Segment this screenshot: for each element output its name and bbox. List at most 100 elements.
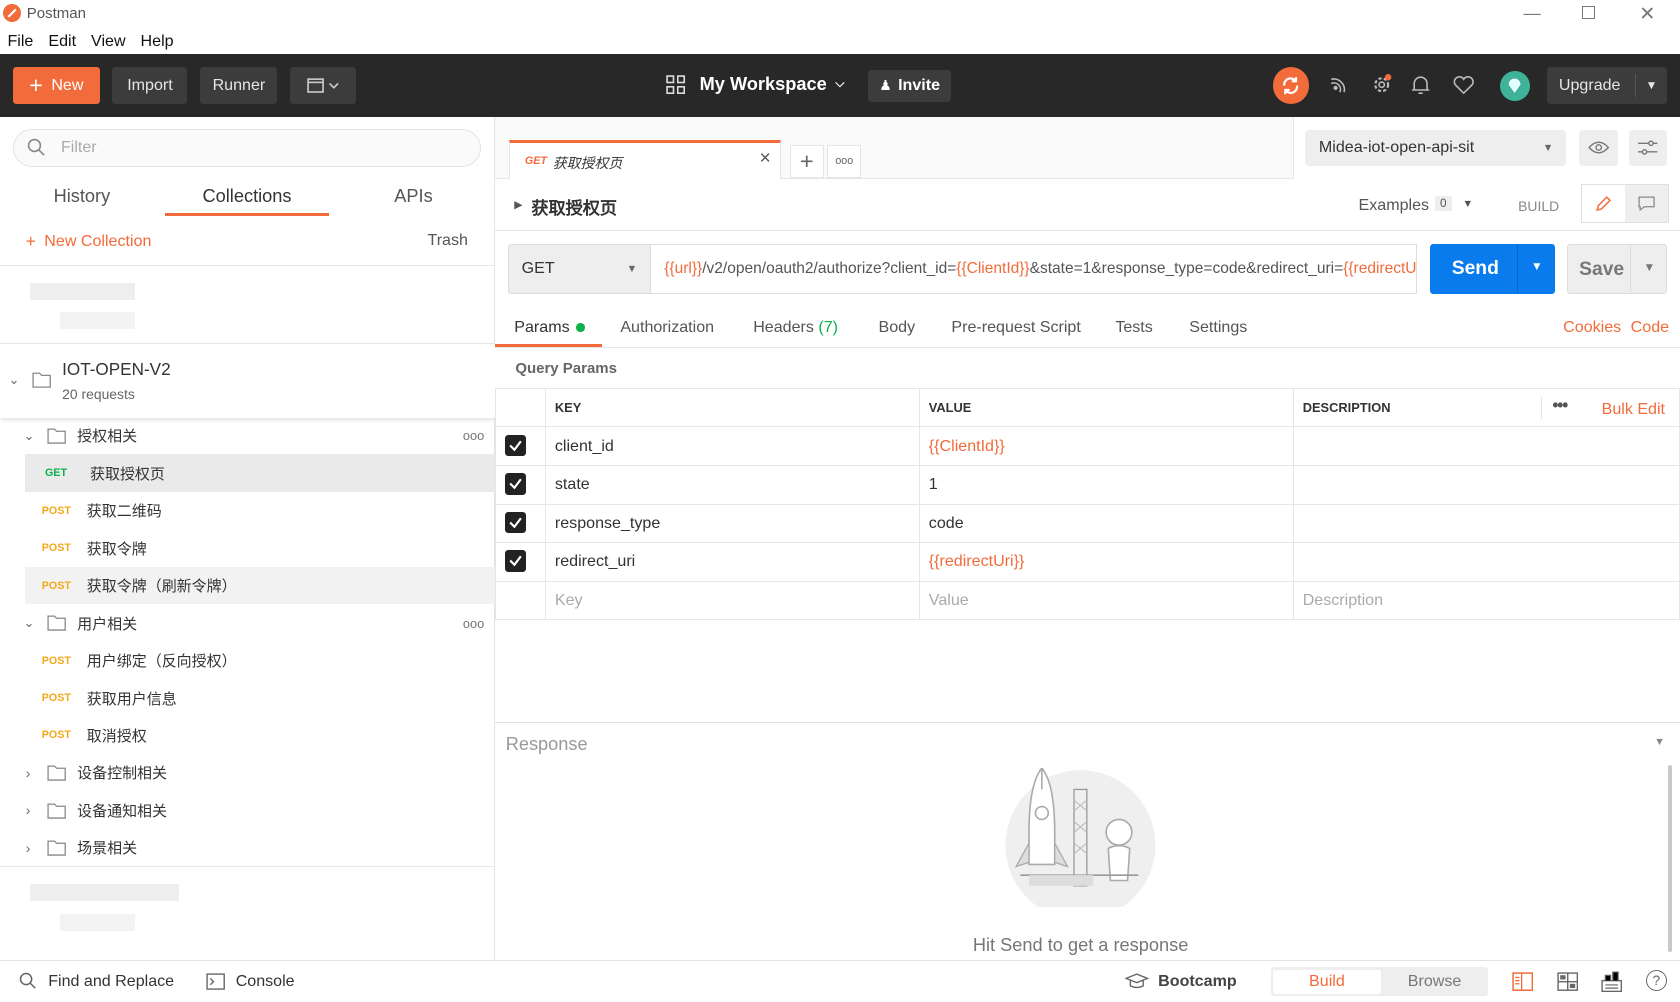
keyboard-shortcuts-icon[interactable]: [1601, 971, 1622, 992]
tab-headers[interactable]: Headers (7): [753, 318, 838, 337]
param-description[interactable]: [1293, 542, 1680, 582]
param-description[interactable]: [1293, 464, 1680, 505]
request-item[interactable]: POST 获取二维码: [0, 492, 495, 529]
caret-down-icon[interactable]: ▼: [1462, 198, 1473, 210]
tab-tests[interactable]: Tests: [1115, 318, 1153, 337]
comments-button[interactable]: [1625, 185, 1669, 222]
collection-item[interactable]: ⌄ IOT-OPEN-V2 20 requests: [0, 342, 495, 418]
build-toggle[interactable]: Build: [1272, 969, 1382, 995]
new-key-input[interactable]: Key: [545, 580, 921, 621]
environment-selector[interactable]: Midea-iot-open-api-sit ▼: [1304, 129, 1567, 167]
folder-item[interactable]: ⌄ 用户相关 ooo: [0, 604, 495, 641]
filter-input[interactable]: Filter: [12, 128, 482, 168]
upgrade-button[interactable]: Upgrade ▼: [1547, 67, 1668, 104]
param-key[interactable]: client_id: [545, 426, 921, 466]
layout-grid-icon[interactable]: [1557, 972, 1578, 991]
tab-params[interactable]: Params: [514, 318, 585, 337]
restore-button[interactable]: [1582, 6, 1596, 20]
help-icon[interactable]: ?: [1645, 969, 1668, 991]
menu-file[interactable]: File: [7, 32, 33, 51]
tab-history[interactable]: History: [54, 186, 111, 207]
method-select[interactable]: GET ▼: [507, 244, 652, 294]
examples-label[interactable]: Examples: [1359, 196, 1430, 215]
more-options-icon[interactable]: ooo: [463, 428, 484, 443]
new-value-input[interactable]: Value: [919, 580, 1295, 621]
avatar[interactable]: [1499, 70, 1530, 101]
import-button[interactable]: Import: [112, 67, 188, 104]
workspace-selector[interactable]: My Workspace ⌵: [700, 74, 845, 95]
edit-mode-button[interactable]: [1582, 185, 1626, 222]
new-description-input[interactable]: Description: [1293, 580, 1680, 621]
new-button[interactable]: + New: [12, 67, 100, 104]
bulk-edit-link[interactable]: Bulk Edit: [1602, 400, 1665, 419]
console-button[interactable]: Console: [206, 972, 295, 991]
param-description[interactable]: [1293, 503, 1680, 544]
param-value[interactable]: {{ClientId}}: [919, 426, 1295, 466]
save-button[interactable]: Save ▼: [1567, 244, 1668, 294]
code-link[interactable]: Code: [1631, 318, 1669, 337]
folder-icon: [47, 615, 66, 632]
param-key[interactable]: redirect_uri: [545, 542, 921, 582]
close-tab-icon[interactable]: ×: [760, 148, 771, 170]
invite-button[interactable]: ♟ Invite: [867, 69, 952, 102]
folder-item[interactable]: ⌄ 授权相关 ooo: [0, 417, 495, 454]
notifications-bell-icon[interactable]: [1411, 75, 1430, 96]
browse-toggle[interactable]: Browse: [1383, 967, 1486, 996]
menu-view[interactable]: View: [91, 32, 126, 51]
menu-edit[interactable]: Edit: [48, 32, 76, 51]
add-tab-button[interactable]: +: [789, 144, 824, 178]
param-value[interactable]: 1: [919, 464, 1295, 505]
request-item[interactable]: POST 取消授权: [0, 717, 495, 754]
interceptor-icon[interactable]: [1327, 75, 1348, 96]
request-item[interactable]: POST 获取令牌: [0, 529, 495, 566]
menu-help[interactable]: Help: [141, 32, 174, 51]
close-window-button[interactable]: ✕: [1639, 2, 1655, 26]
param-description[interactable]: [1293, 426, 1680, 466]
find-replace-button[interactable]: Find and Replace: [19, 972, 174, 991]
bootcamp-button[interactable]: Bootcamp: [1124, 972, 1237, 991]
manage-environments-button[interactable]: [1628, 129, 1668, 167]
divider: [0, 264, 495, 266]
url-input[interactable]: {{url}}/v2/open/oauth2/authorize?client_…: [651, 244, 1418, 294]
param-key[interactable]: state: [545, 464, 921, 505]
request-item[interactable]: POST 用户绑定（反向授权）: [0, 642, 495, 679]
new-collection-button[interactable]: + New Collection: [26, 231, 152, 252]
more-options-icon[interactable]: •••: [1552, 395, 1568, 416]
tab-pre-request-script[interactable]: Pre-request Script: [951, 318, 1080, 337]
cookies-link[interactable]: Cookies: [1563, 318, 1621, 337]
sync-button[interactable]: [1272, 67, 1310, 104]
checkbox[interactable]: [504, 473, 526, 495]
param-value[interactable]: {{redirectUri}}: [919, 542, 1295, 582]
caret-down-icon[interactable]: ▼: [1654, 736, 1665, 748]
minimize-button[interactable]: —: [1524, 3, 1541, 24]
two-pane-view-icon[interactable]: [1512, 971, 1533, 991]
heart-icon[interactable]: [1453, 76, 1474, 95]
tab-settings[interactable]: Settings: [1189, 318, 1247, 337]
folder-item[interactable]: › 设备控制相关: [0, 754, 495, 791]
folder-item[interactable]: › 设备通知相关: [0, 792, 495, 829]
tab-options-button[interactable]: ooo: [827, 144, 862, 178]
expand-caret-icon[interactable]: ▶: [514, 198, 522, 211]
folder-item[interactable]: › 场景相关: [0, 829, 495, 866]
settings-gear-icon[interactable]: [1371, 73, 1392, 95]
request-item[interactable]: POST 获取令牌（刷新令牌）: [24, 566, 495, 605]
request-item[interactable]: POST 获取用户信息: [0, 679, 495, 716]
request-item[interactable]: GET 获取授权页: [24, 454, 495, 492]
tab-collections[interactable]: Collections: [202, 186, 291, 207]
checkbox[interactable]: [504, 434, 526, 456]
param-key[interactable]: response_type: [545, 503, 921, 544]
runner-button[interactable]: Runner: [200, 67, 278, 104]
tab-authorization[interactable]: Authorization: [620, 318, 714, 337]
scrollbar[interactable]: [1668, 764, 1673, 953]
trash-button[interactable]: Trash: [427, 231, 467, 250]
param-value[interactable]: code: [919, 503, 1295, 544]
tab-body[interactable]: Body: [879, 318, 916, 337]
more-options-icon[interactable]: ooo: [463, 616, 484, 631]
environment-quick-look-button[interactable]: [1579, 129, 1618, 167]
tab-apis[interactable]: APIs: [394, 186, 432, 207]
new-window-button[interactable]: [290, 67, 356, 104]
checkbox[interactable]: [504, 550, 526, 572]
checkbox[interactable]: [504, 511, 526, 534]
request-tab[interactable]: GET 获取授权页 ×: [508, 140, 782, 180]
send-button[interactable]: Send ▼: [1430, 244, 1555, 294]
